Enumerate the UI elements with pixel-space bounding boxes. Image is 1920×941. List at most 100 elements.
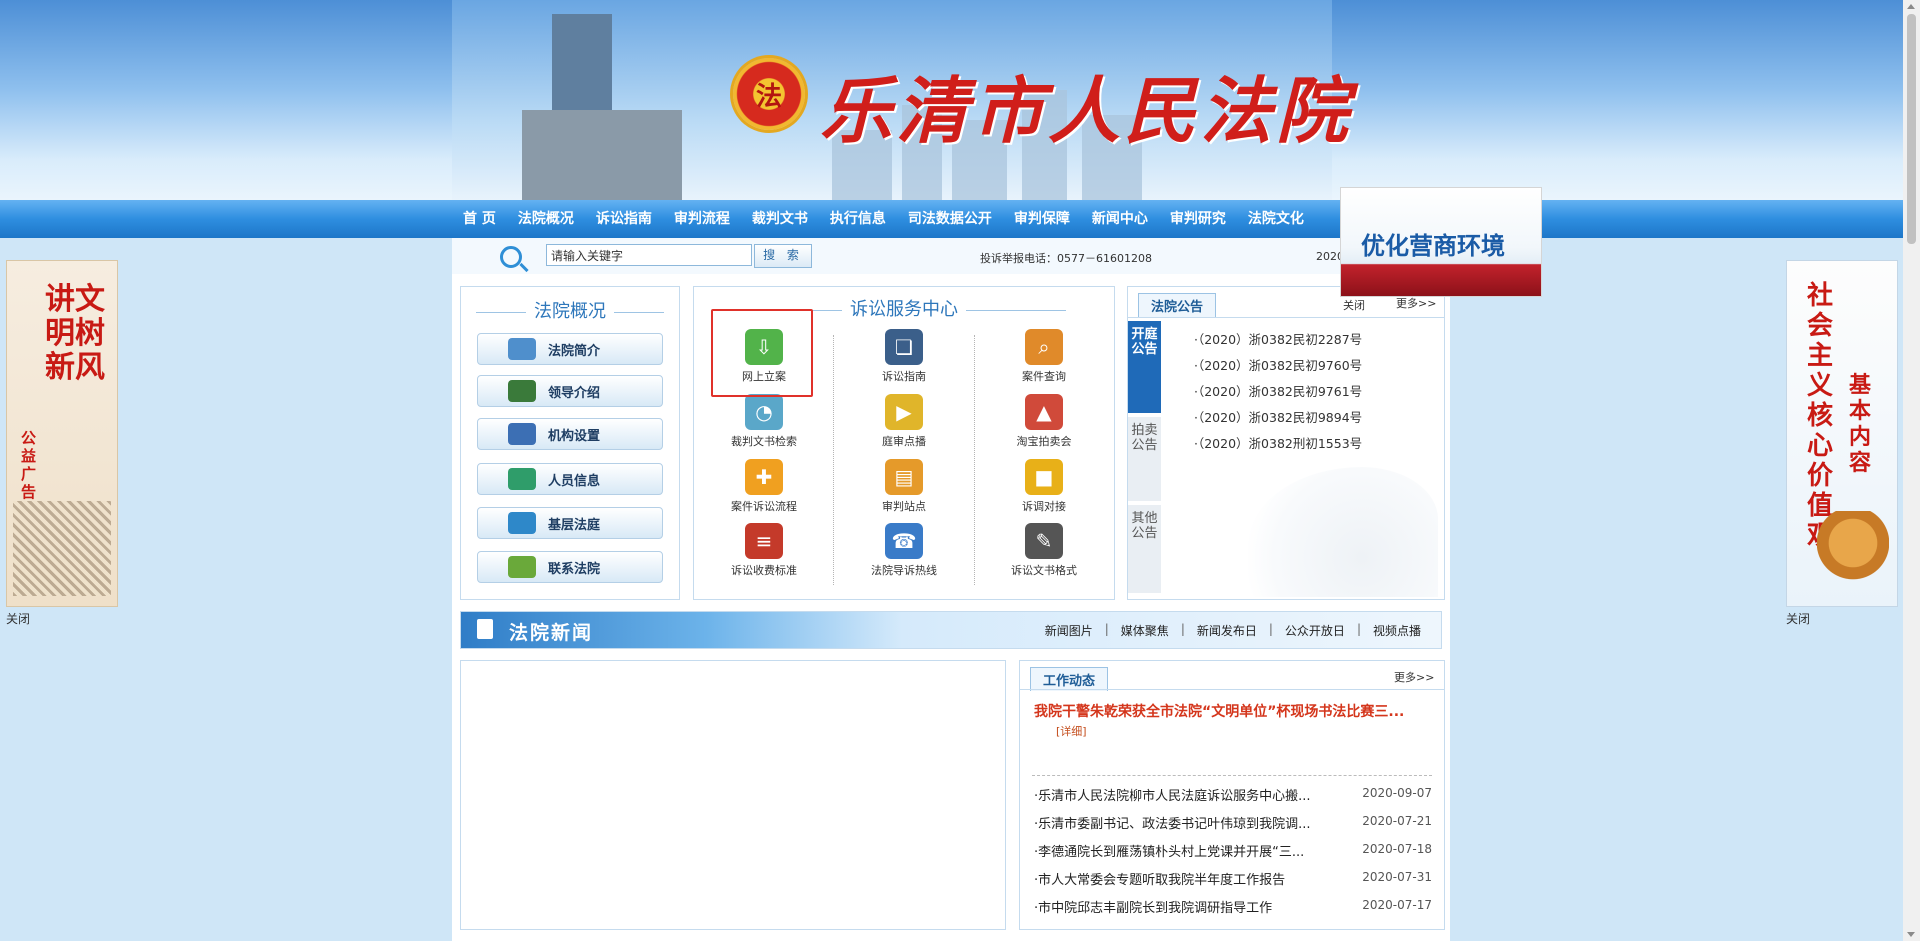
overview-button[interactable]: 人员信息 [477,463,663,495]
title-rule [614,311,664,313]
site-banner: 法 乐清市人民法院 [0,0,1920,200]
service-label: 案件查询 [1022,370,1066,383]
book-icon: ❏ [885,329,923,365]
service-item[interactable]: ✚ 案件诉讼流程 [709,459,819,514]
globe-icon [508,468,536,490]
nav-item[interactable]: 诉讼指南 [585,200,663,238]
overview-button-label: 机构设置 [548,428,601,444]
link-separator: | [1104,622,1109,636]
nav-items: 首 页法院概况 诉讼指南 审判流程 裁判文书 执行信息 司法数据公开 审判保障 新闻中心 审判研… [452,200,1315,238]
overview-title-text: 法院概况 [534,301,606,322]
work-news-item[interactable]: ·市中院邱志丰副院长到我院调研指导工作 [1034,897,1272,916]
nav-item[interactable]: 法院文化 [1237,200,1315,238]
title-rule [966,309,1066,311]
nav-item[interactable]: 审判研究 [1159,200,1237,238]
news-link[interactable]: 新闻图片 [1045,622,1093,639]
headset-icon: ☎ [885,523,923,559]
nav-item[interactable]: 首 页 [452,200,507,238]
service-item[interactable]: ▲ 淘宝拍卖会 [989,394,1099,449]
complaint-hotline: 投诉举报电话：0577－61601208 [980,252,1152,265]
nav-item[interactable]: 法院概况 [507,200,585,238]
document-icon [477,619,493,639]
service-item[interactable]: ≡ 诉讼收费标准 [709,523,819,578]
announcement-close[interactable]: 关闭 [1343,297,1365,313]
service-item[interactable]: ☎ 法院导诉热线 [849,523,959,578]
work-more-link[interactable]: 更多>> [1394,669,1434,685]
announcement-tab[interactable]: 开庭公告 [1128,321,1161,413]
work-news-date: 2020-07-21 [1362,814,1432,828]
overview-button[interactable]: 基层法庭 [477,507,663,539]
work-news-item[interactable]: ·乐清市委副书记、政法委书记叶伟琼到我院调... [1034,813,1311,832]
nav-item[interactable]: 司法数据公开 [897,200,1003,238]
mail-icon [508,556,536,578]
nav-item[interactable]: 审判流程 [663,200,741,238]
work-detail-link[interactable]: [详细] [1056,723,1087,739]
left-ad-slogan: 讲文明树新风 [45,282,105,385]
service-label: 诉调对接 [1022,500,1066,513]
link-separator: | [1356,622,1361,636]
overview-button-label: 联系法院 [548,561,601,577]
announcement-item[interactable]: ·（2020）浙0382民初9894号 [1194,407,1362,426]
announcement-more-link[interactable]: 更多>> [1396,295,1436,311]
overview-button[interactable]: 法院简介 [477,333,663,365]
right-float-ad[interactable]: 社会主义核心价值观 基本内容 [1786,260,1898,607]
news-image-area[interactable] [460,660,1006,930]
left-ad-close[interactable]: 关闭 [6,610,30,627]
lion-statue-icon [1817,511,1889,591]
announcement-tab[interactable]: 其他公告 [1128,505,1161,593]
flow-icon: ✚ [745,459,783,495]
work-news-item[interactable]: ·市人大常委会专题听取我院半年度工作报告 [1034,869,1285,888]
service-item[interactable]: ■ 诉调对接 [989,459,1099,514]
service-label: 诉讼指南 [882,370,926,383]
right-ad-close[interactable]: 关闭 [1786,610,1810,627]
service-item[interactable]: ⌕ 案件查询 [989,329,1099,384]
services-title-text: 诉讼服务中心 [850,299,958,320]
announcement-tab-title[interactable]: 法院公告 [1138,293,1217,317]
overview-title: 法院概况 [461,297,679,323]
service-item[interactable]: ◔ 裁判文书检索 [709,394,819,449]
work-headline[interactable]: 我院干警朱乾荣获全市法院“文明单位”杯现场书法比赛三... [1034,701,1404,721]
work-news-item[interactable]: ·李德通院长到雁荡镇朴头村上党课并开展“三... [1034,841,1304,860]
search-doc-icon: ⌕ [1025,329,1063,365]
scroll-down-arrow-icon[interactable] [1907,932,1915,937]
service-item[interactable]: ❏ 诉讼指南 [849,329,959,384]
scroll-up-arrow-icon[interactable] [1907,4,1915,9]
service-label: 诉讼收费标准 [731,564,797,577]
service-item[interactable]: ✎ 诉讼文书格式 [989,523,1099,578]
work-news-item[interactable]: ·乐清市人民法院柳市人民法庭诉讼服务中心搬... [1034,785,1311,804]
nav-item[interactable]: 新闻中心 [1081,200,1159,238]
service-label: 淘宝拍卖会 [1016,435,1072,448]
news-link[interactable]: 公众开放日 [1285,622,1345,639]
promo-banner[interactable]: 优化营商环境 [1340,187,1542,297]
page-scrollbar[interactable] [1903,0,1920,941]
service-item[interactable]: ▤ 审判站点 [849,459,959,514]
news-link[interactable]: 媒体聚焦 [1121,622,1169,639]
search-input[interactable] [546,244,752,266]
graduation-cap-icon [508,380,536,402]
nav-item[interactable]: 裁判文书 [741,200,819,238]
video-icon: ▶ [885,394,923,430]
news-link[interactable]: 视频点播 [1373,622,1421,639]
overview-button[interactable]: 领导介绍 [477,375,663,407]
overview-button[interactable]: 机构设置 [477,418,663,450]
site-title: 乐清市人民法院 [820,68,1353,153]
announcement-item[interactable]: ·（2020）浙0382民初2287号 [1194,329,1362,348]
announcement-item[interactable]: ·（2020）浙0382刑初1553号 [1194,433,1362,452]
search-button[interactable]: 搜 索 [754,244,812,268]
news-link[interactable]: 新闻发布日 [1197,622,1257,639]
overview-button-label: 人员信息 [548,473,601,489]
scroll-thumb[interactable] [1907,14,1916,244]
announcement-item[interactable]: ·（2020）浙0382民初9761号 [1194,381,1362,400]
announcement-tab[interactable]: 拍卖公告 [1128,417,1161,501]
work-tab-title[interactable]: 工作动态 [1030,667,1109,691]
service-label: 案件诉讼流程 [731,500,797,513]
right-ad-subtitle: 基本内容 [1849,373,1872,476]
nav-item[interactable]: 审判保障 [1003,200,1081,238]
overview-button[interactable]: 联系法院 [477,551,663,583]
announcement-item[interactable]: ·（2020）浙0382民初9760号 [1194,355,1362,374]
nav-item[interactable]: 执行信息 [819,200,897,238]
service-item[interactable]: ▶ 庭审点播 [849,394,959,449]
left-float-ad[interactable]: 讲文明树新风 公益广告 [6,260,118,607]
main-nav: 首 页法院概况 诉讼指南 审判流程 裁判文书 执行信息 司法数据公开 审判保障 新闻中心 审判研… [0,200,1920,238]
service-label: 诉讼文书格式 [1011,564,1077,577]
